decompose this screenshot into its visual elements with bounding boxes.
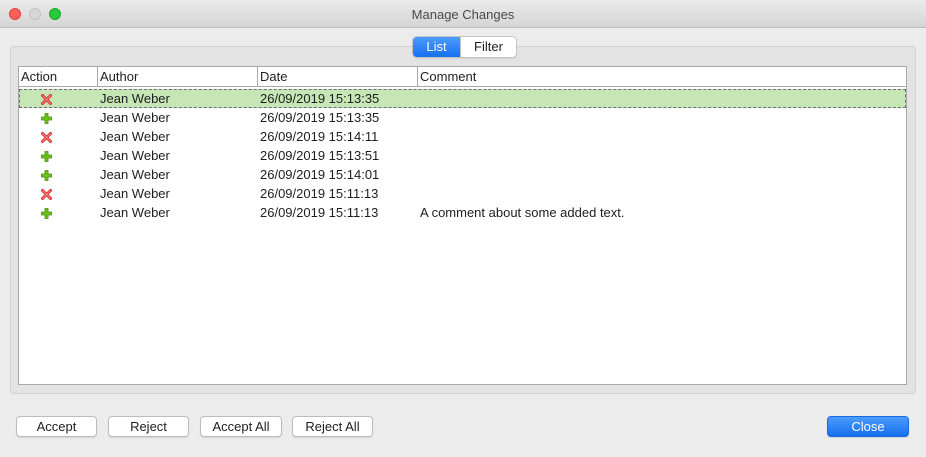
title-bar[interactable]: Manage Changes xyxy=(0,0,926,28)
author-cell: Jean Weber xyxy=(100,129,170,144)
date-cell: 26/09/2019 15:13:35 xyxy=(260,91,380,106)
delete-icon xyxy=(41,131,52,143)
changes-table: Action Author Date Comment Jean Weber 26/… xyxy=(18,66,907,385)
column-header-date[interactable]: Date xyxy=(258,67,418,86)
table-header: Action Author Date Comment xyxy=(19,67,906,87)
tab-filter[interactable]: Filter xyxy=(460,37,516,57)
table-row[interactable]: Jean Weber 26/09/2019 15:14:01 xyxy=(19,165,906,184)
author-cell: Jean Weber xyxy=(100,148,170,163)
insert-icon xyxy=(41,207,52,219)
insert-icon xyxy=(41,150,52,162)
reject-all-button[interactable]: Reject All xyxy=(292,416,373,437)
table-row[interactable]: Jean Weber 26/09/2019 15:14:11 xyxy=(19,127,906,146)
column-header-action[interactable]: Action xyxy=(19,67,98,86)
author-cell: Jean Weber xyxy=(100,91,170,106)
date-cell: 26/09/2019 15:13:51 xyxy=(260,148,380,163)
date-cell: 26/09/2019 15:11:13 xyxy=(260,186,379,201)
comment-cell: A comment about some added text. xyxy=(420,205,625,220)
table-row[interactable]: Jean Weber 26/09/2019 15:11:13 A comment a… xyxy=(19,203,906,222)
delete-icon xyxy=(41,188,52,200)
author-cell: Jean Weber xyxy=(100,167,170,182)
date-cell: 26/09/2019 15:14:11 xyxy=(260,129,379,144)
insert-icon xyxy=(41,112,52,124)
author-cell: Jean Weber xyxy=(100,205,170,220)
insert-icon xyxy=(41,169,52,181)
date-cell: 26/09/2019 15:11:13 xyxy=(260,205,379,220)
delete-icon xyxy=(41,93,52,105)
table-row[interactable]: Jean Weber 26/09/2019 15:13:51 xyxy=(19,146,906,165)
date-cell: 26/09/2019 15:14:01 xyxy=(260,167,380,182)
accept-all-button[interactable]: Accept All xyxy=(200,416,282,437)
table-row[interactable]: Jean Weber 26/09/2019 15:13:35 xyxy=(19,89,906,108)
date-cell: 26/09/2019 15:13:35 xyxy=(260,110,380,125)
reject-button[interactable]: Reject xyxy=(108,416,189,437)
column-header-author[interactable]: Author xyxy=(98,67,258,86)
author-cell: Jean Weber xyxy=(100,186,170,201)
table-row[interactable]: Jean Weber 26/09/2019 15:11:13 xyxy=(19,184,906,203)
tab-bar: List Filter xyxy=(412,36,517,58)
close-button[interactable]: Close xyxy=(827,416,909,437)
window-title: Manage Changes xyxy=(411,7,515,22)
table-row[interactable]: Jean Weber 26/09/2019 15:13:35 xyxy=(19,108,906,127)
manage-changes-dialog: Manage Changes List Filter Action Author… xyxy=(0,0,926,457)
author-cell: Jean Weber xyxy=(100,110,170,125)
column-header-comment[interactable]: Comment xyxy=(418,67,906,86)
accept-button[interactable]: Accept xyxy=(16,416,97,437)
tab-list[interactable]: List xyxy=(413,37,460,57)
